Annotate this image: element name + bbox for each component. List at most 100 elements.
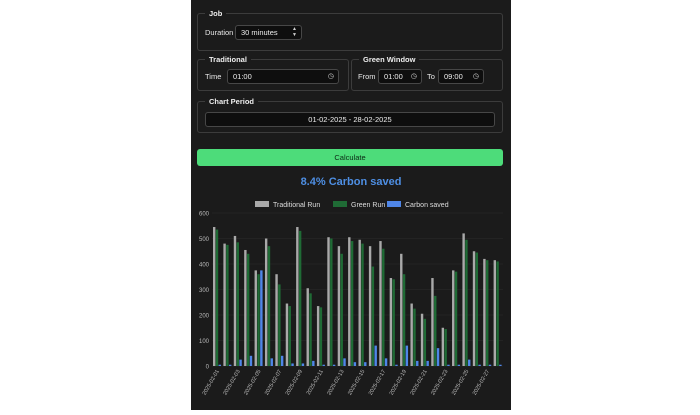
bar-1-0 bbox=[215, 229, 219, 366]
bar-2-25 bbox=[478, 364, 481, 366]
bar-2-20 bbox=[426, 360, 429, 366]
duration-label: Duration bbox=[205, 28, 234, 37]
y-tick-label: 300 bbox=[199, 288, 210, 294]
bar-0-16 bbox=[379, 241, 382, 366]
bar-2-21 bbox=[436, 348, 440, 366]
traditional-time-value: 01:00 bbox=[233, 72, 252, 81]
legend-swatch-2 bbox=[387, 201, 401, 207]
bar-2-8 bbox=[301, 363, 305, 366]
bar-2-14 bbox=[364, 362, 367, 366]
bar-1-6 bbox=[278, 284, 281, 366]
bar-0-24 bbox=[462, 233, 465, 366]
legend-label-2: Carbon saved bbox=[405, 202, 449, 209]
legend-swatch-1 bbox=[333, 201, 347, 207]
bar-0-0 bbox=[212, 227, 216, 366]
bar-1-8 bbox=[298, 230, 302, 366]
bar-0-20 bbox=[420, 313, 424, 366]
bar-1-23 bbox=[454, 271, 458, 366]
bar-0-14 bbox=[358, 239, 361, 366]
bar-1-26 bbox=[486, 260, 489, 366]
stepper-arrows-icon: ▲ ▼ bbox=[292, 26, 297, 38]
bar-2-12 bbox=[343, 358, 346, 366]
bar-2-16 bbox=[384, 358, 388, 366]
bar-2-17 bbox=[395, 364, 398, 366]
bar-0-11 bbox=[327, 237, 330, 366]
bar-2-23 bbox=[457, 364, 461, 366]
carbon-bar-chart: Traditional Run Green Run Carbon saved 0 100… bbox=[199, 201, 503, 396]
bar-0-2 bbox=[233, 235, 237, 366]
bar-1-7 bbox=[288, 306, 291, 366]
green-from-value: 01:00 bbox=[384, 72, 403, 81]
bar-0-3 bbox=[244, 249, 247, 366]
bar-1-1 bbox=[226, 244, 229, 366]
bar-1-21 bbox=[434, 295, 437, 366]
green-to-input[interactable]: 09:00 ◷ bbox=[438, 69, 484, 84]
chart-period-value: 01-02-2025 - 28-02-2025 bbox=[308, 115, 392, 124]
bar-0-17 bbox=[389, 278, 393, 366]
time-label: Time bbox=[205, 72, 222, 81]
bar-0-7 bbox=[285, 303, 289, 366]
duration-value: 30 minutes bbox=[241, 28, 278, 37]
bar-2-10 bbox=[322, 364, 325, 366]
bar-2-1 bbox=[228, 364, 232, 366]
bar-1-12 bbox=[340, 253, 343, 366]
x-tick-label: 2025-02-19 bbox=[389, 369, 408, 396]
bar-0-6 bbox=[275, 274, 278, 366]
bar-0-26 bbox=[483, 258, 486, 366]
y-tick-label: 100 bbox=[199, 339, 210, 345]
bar-2-11 bbox=[332, 364, 336, 366]
bar-0-5 bbox=[264, 238, 268, 366]
calculate-button[interactable]: Calculate bbox=[197, 149, 503, 166]
bar-0-27 bbox=[493, 260, 497, 366]
x-tick-label: 2025-02-17 bbox=[368, 369, 387, 396]
carbon-saved-headline: 8.4% Carbon saved bbox=[300, 176, 402, 188]
bar-0-23 bbox=[452, 270, 455, 366]
green-to-value: 09:00 bbox=[444, 72, 463, 81]
bar-1-17 bbox=[392, 279, 395, 366]
y-tick-label: 500 bbox=[199, 237, 210, 243]
bar-0-8 bbox=[296, 227, 299, 366]
green-window-legend: Green Window bbox=[363, 55, 416, 64]
clock-icon[interactable]: ◷ bbox=[411, 70, 417, 83]
to-label: To bbox=[427, 72, 435, 81]
bar-0-12 bbox=[337, 246, 341, 366]
bar-0-18 bbox=[400, 253, 403, 366]
bar-1-2 bbox=[236, 242, 239, 366]
x-tick-label: 2025-02-07 bbox=[264, 369, 283, 396]
bar-2-27 bbox=[499, 364, 502, 366]
y-tick-label: 0 bbox=[206, 365, 210, 371]
bar-1-19 bbox=[413, 308, 416, 366]
bar-2-18 bbox=[405, 345, 409, 366]
y-tick-label: 200 bbox=[199, 314, 210, 320]
green-from-input[interactable]: 01:00 ◷ bbox=[378, 69, 422, 84]
bar-0-1 bbox=[223, 243, 226, 366]
bar-2-7 bbox=[291, 363, 294, 366]
clock-icon[interactable]: ◷ bbox=[473, 70, 479, 83]
bar-2-2 bbox=[239, 359, 242, 366]
x-tick-label: 2025-02-21 bbox=[410, 369, 429, 396]
traditional-time-input[interactable]: 01:00 ◷ bbox=[227, 69, 339, 84]
y-tick-label: 600 bbox=[199, 212, 210, 218]
bar-1-20 bbox=[423, 318, 427, 366]
bar-1-11 bbox=[330, 238, 333, 366]
chart-period-input[interactable]: 01-02-2025 - 28-02-2025 bbox=[205, 112, 495, 127]
legend-label-0: Traditional Run bbox=[273, 202, 320, 209]
bar-2-9 bbox=[312, 360, 315, 366]
bar-0-25 bbox=[472, 251, 476, 366]
bar-1-3 bbox=[246, 253, 250, 366]
bar-2-6 bbox=[280, 355, 284, 366]
bar-0-19 bbox=[410, 303, 413, 366]
x-tick-label: 2025-02-27 bbox=[472, 369, 491, 396]
bar-0-13 bbox=[348, 237, 351, 366]
bar-2-22 bbox=[447, 364, 450, 366]
duration-select[interactable]: 30 minutes ▲ ▼ bbox=[235, 25, 302, 40]
bar-0-10 bbox=[316, 306, 320, 366]
bar-2-15 bbox=[374, 345, 377, 366]
legend-swatch-0 bbox=[255, 201, 269, 207]
clock-icon[interactable]: ◷ bbox=[328, 70, 334, 83]
bar-1-16 bbox=[382, 248, 385, 366]
x-tick-label: 2025-02-09 bbox=[285, 369, 304, 396]
x-tick-label: 2025-02-01 bbox=[202, 369, 221, 396]
bar-2-13 bbox=[353, 362, 357, 366]
bar-2-5 bbox=[270, 358, 273, 366]
